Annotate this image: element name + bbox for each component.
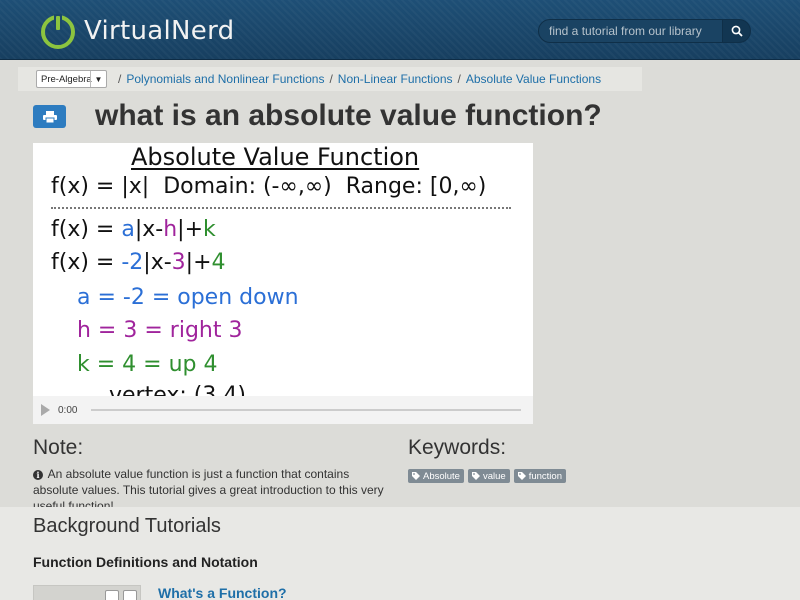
background-tutorials-heading: Background Tutorials bbox=[33, 515, 221, 537]
video-line-h: h = 3 = right 3 bbox=[77, 318, 243, 343]
keyword-tags: Absolute value function bbox=[408, 469, 566, 483]
tutorial-link-whats-a-function[interactable]: What's a Function? bbox=[158, 585, 287, 600]
tag-icon bbox=[412, 472, 420, 480]
info-icon: i bbox=[33, 470, 43, 480]
print-button[interactable] bbox=[33, 105, 66, 128]
search-input[interactable] bbox=[538, 19, 723, 43]
video-player[interactable]: Absolute Value Function f(x) = |x| Domai… bbox=[33, 143, 533, 424]
video-progress-bar[interactable] bbox=[91, 409, 522, 411]
breadcrumb-link-absolute-value[interactable]: Absolute Value Functions bbox=[466, 72, 601, 86]
subject-select[interactable]: Pre-Algebra ▼ bbox=[36, 70, 107, 88]
video-heading: Absolute Value Function bbox=[131, 143, 420, 171]
video-line-example: f(x) = -2|x-3|+4 bbox=[51, 250, 226, 275]
breadcrumb: Pre-Algebra ▼ / Polynomials and Nonlinea… bbox=[18, 67, 642, 91]
print-icon bbox=[42, 110, 57, 123]
page-title: what is an absolute value function? bbox=[95, 99, 602, 132]
video-line-definition: f(x) = |x| Domain: (-∞,∞) Range: [0,∞) bbox=[51, 174, 487, 199]
site-header: VirtualNerd bbox=[0, 0, 800, 60]
site-logo[interactable]: VirtualNerd bbox=[40, 12, 234, 50]
keyword-tag-value[interactable]: value bbox=[467, 469, 510, 483]
video-line-k: k = 4 = up 4 bbox=[77, 352, 218, 377]
breadcrumb-link-nonlinear[interactable]: Non-Linear Functions bbox=[338, 72, 453, 86]
image-icon bbox=[105, 590, 119, 600]
tag-icon bbox=[471, 472, 480, 480]
search-button[interactable] bbox=[723, 19, 751, 43]
video-line-a: a = -2 = open down bbox=[77, 285, 299, 310]
subject-select-value: Pre-Algebra bbox=[41, 73, 92, 85]
video-time: 0:00 bbox=[58, 404, 78, 416]
chevron-down-icon: ▼ bbox=[90, 71, 106, 87]
background-subheading: Function Definitions and Notation bbox=[33, 554, 258, 570]
search-icon bbox=[731, 25, 743, 37]
search-bar bbox=[538, 19, 751, 43]
keywords-heading: Keywords: bbox=[408, 436, 507, 459]
tag-icon bbox=[517, 472, 526, 480]
keyword-tag-absolute[interactable]: Absolute bbox=[408, 469, 464, 483]
user-icon bbox=[123, 590, 137, 600]
video-line-general: f(x) = a|x-h|+k bbox=[51, 217, 216, 242]
breadcrumb-link-polynomials[interactable]: Polynomials and Nonlinear Functions bbox=[126, 72, 324, 86]
play-icon[interactable] bbox=[41, 404, 50, 416]
logo-text: VirtualNerd bbox=[84, 16, 235, 46]
video-divider bbox=[51, 207, 511, 209]
note-heading: Note: bbox=[33, 436, 84, 459]
video-controls: 0:00 bbox=[33, 396, 533, 424]
keyword-tag-function[interactable]: function bbox=[513, 469, 566, 483]
power-logo-icon bbox=[40, 13, 76, 49]
